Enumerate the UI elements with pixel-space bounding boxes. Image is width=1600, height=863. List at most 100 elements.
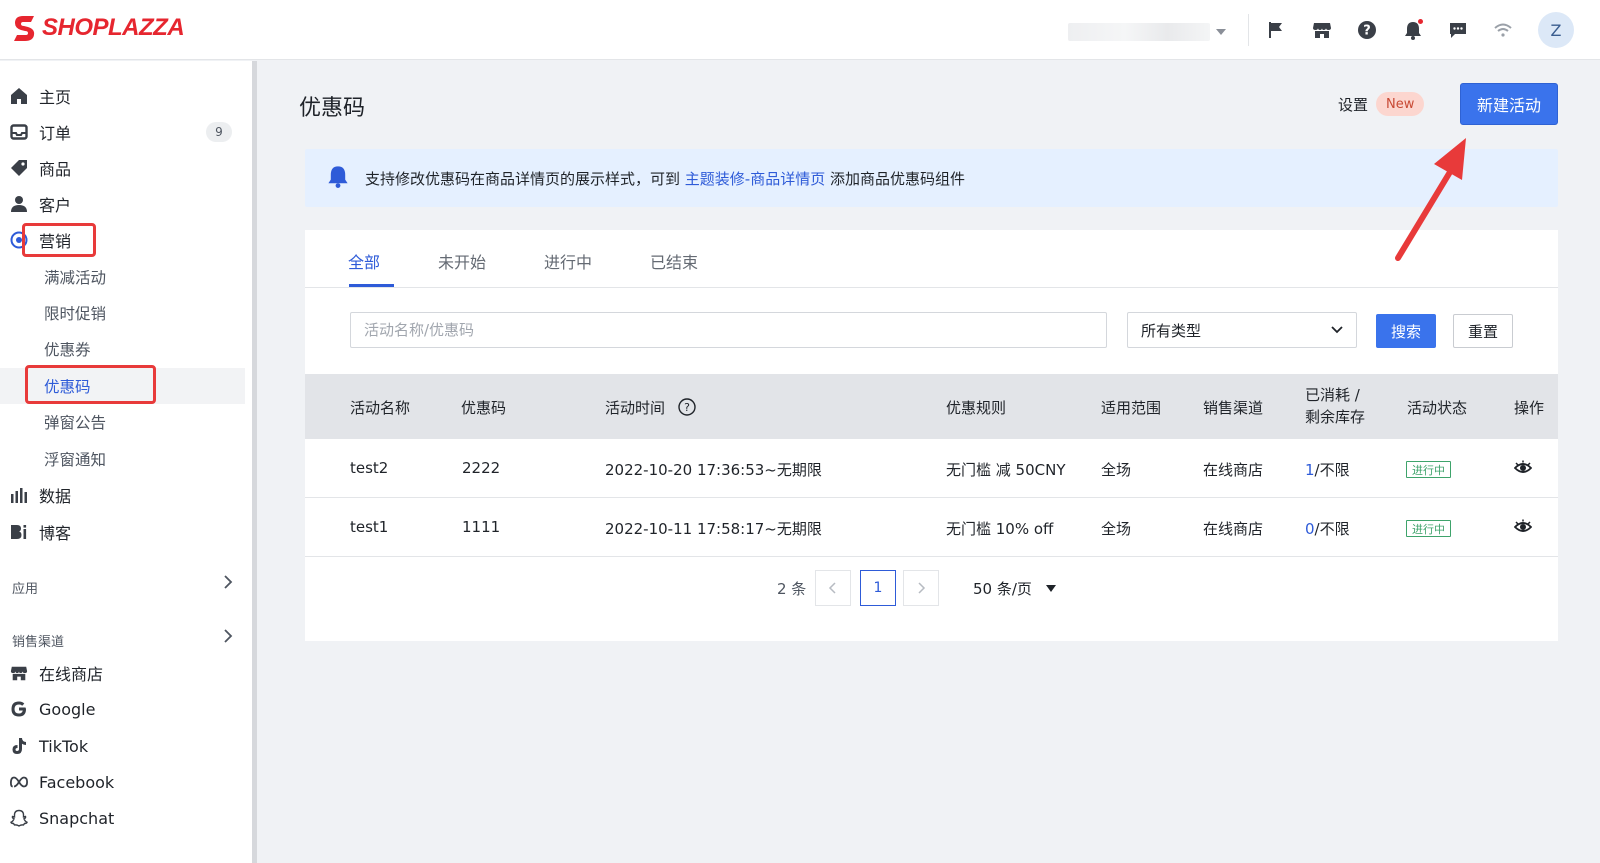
theme-editor-link[interactable]: 主题装修-商品详情页 <box>685 170 825 188</box>
active-tab-indicator <box>349 284 394 287</box>
sidebar-item-label: 满减活动 <box>44 269 107 287</box>
table-row[interactable]: test2 2222 2022-10-20 17:36:53~无期限 无门槛 减… <box>305 439 1558 498</box>
sidebar-channel-tiktok[interactable]: TikTok <box>0 728 245 764</box>
sidebar-item-analytics[interactable]: 数据 <box>0 477 245 513</box>
sidebar-item-orders[interactable]: 订单 9 <box>0 114 245 150</box>
column-header-rule: 优惠规则 <box>946 399 1007 417</box>
chevron-left-icon <box>828 582 836 594</box>
page-size-select[interactable]: 50 条/页 <box>973 578 1056 599</box>
tab-all[interactable]: 全部 <box>348 249 380 273</box>
status-tabs: 全部 未开始 进行中 已结束 <box>305 230 1558 288</box>
create-campaign-button[interactable]: 新建活动 <box>1460 83 1558 125</box>
sidebar-item-label: 浮窗通知 <box>44 451 107 469</box>
sidebar-item-label: 限时促销 <box>44 305 107 323</box>
google-icon <box>10 700 28 718</box>
sidebar-item-label: 在线商店 <box>39 665 104 684</box>
cell-scope: 全场 <box>1101 520 1132 538</box>
store-icon <box>10 664 28 682</box>
sidebar-channel-google[interactable]: Google <box>0 691 245 727</box>
page-number-current[interactable]: 1 <box>860 570 896 606</box>
column-header-stock-line2: 剩余库存 <box>1305 408 1366 426</box>
column-header-time: 活动时间 ? <box>605 397 696 418</box>
cell-channel: 在线商店 <box>1203 461 1264 479</box>
help-icon[interactable]: ? <box>1356 19 1378 41</box>
column-header-status: 活动状态 <box>1407 399 1468 417</box>
cell-rule: 无门槛 10% off <box>946 520 1054 538</box>
flag-icon[interactable] <box>1265 19 1287 41</box>
cell-stock: 0/不限 <box>1305 518 1350 539</box>
prev-page-button[interactable] <box>815 570 851 606</box>
table-row[interactable]: test1 1111 2022-10-11 17:58:17~无期限 无门槛 1… <box>305 498 1558 557</box>
sidebar-item-label: 优惠券 <box>44 341 91 359</box>
sidebar-item-home[interactable]: 主页 <box>0 78 245 114</box>
shoplazza-logo-icon <box>14 16 35 41</box>
sidebar-subitem-full-reduction[interactable]: 满减活动 <box>0 259 245 295</box>
section-sales-channels: 销售渠道 <box>12 635 65 650</box>
sidebar-scrollbar[interactable] <box>252 61 257 863</box>
sidebar-item-label: 博客 <box>39 524 72 543</box>
sidebar-channel-online-store[interactable]: 在线商店 <box>0 655 245 691</box>
sidebar-item-customers[interactable]: 客户 <box>0 186 245 222</box>
remain-count: /不限 <box>1314 520 1350 538</box>
reset-button[interactable]: 重置 <box>1453 314 1513 348</box>
type-select-value: 所有类型 <box>1141 321 1202 340</box>
help-circle-icon[interactable]: ? <box>678 398 696 416</box>
bell-icon[interactable] <box>1402 19 1424 41</box>
status-badge: 进行中 <box>1406 461 1451 478</box>
divider <box>1248 14 1249 46</box>
avatar[interactable]: Z <box>1538 12 1574 48</box>
search-button[interactable]: 搜索 <box>1376 314 1436 348</box>
message-icon[interactable] <box>1447 19 1469 41</box>
notice-text-after: 添加商品优惠码组件 <box>825 169 965 188</box>
cell-scope: 全场 <box>1101 461 1132 479</box>
sidebar-subitem-popup[interactable]: 弹窗公告 <box>0 404 245 440</box>
notification-dot <box>1418 19 1423 24</box>
notice-text-before: 支持修改优惠码在商品详情页的展示样式，可到 <box>365 169 685 188</box>
sidebar-item-label: 主页 <box>39 88 72 107</box>
brand-logo[interactable]: SHOPLAZZA <box>12 13 185 43</box>
remain-count: /不限 <box>1314 461 1350 479</box>
eye-icon[interactable] <box>1513 459 1533 481</box>
tab-ended[interactable]: 已结束 <box>650 249 698 273</box>
search-input[interactable] <box>350 312 1107 348</box>
eye-icon[interactable] <box>1513 518 1533 540</box>
cell-time: 2022-10-11 17:58:17~无期限 <box>605 520 822 538</box>
section-apps: 应用 <box>12 582 39 597</box>
svg-text:?: ? <box>1363 24 1371 39</box>
column-header-stock-line1: 已消耗 / <box>1305 386 1360 404</box>
sidebar-subitem-coupons[interactable]: 优惠券 <box>0 331 245 367</box>
chevron-right-icon[interactable] <box>223 575 233 593</box>
column-header-time-label: 活动时间 <box>605 399 666 417</box>
new-badge: New <box>1376 92 1425 116</box>
tiktok-icon <box>10 737 28 755</box>
type-select[interactable]: 所有类型 <box>1127 312 1357 348</box>
blog-icon <box>10 523 28 541</box>
tab-in-progress[interactable]: 进行中 <box>544 249 592 273</box>
sidebar-item-blog[interactable]: 博客 <box>0 514 245 550</box>
sidebar-subitem-floating-notice[interactable]: 浮窗通知 <box>0 441 245 477</box>
inbox-icon <box>10 123 28 141</box>
logo-text: SHOPLAZZA <box>42 14 185 41</box>
sidebar-subitem-flash-sale[interactable]: 限时促销 <box>0 295 245 331</box>
sidebar-item-label: 商品 <box>39 160 72 179</box>
sidebar-channel-snapchat[interactable]: Snapchat <box>0 800 245 836</box>
user-icon <box>10 195 28 213</box>
chevron-right-icon[interactable] <box>223 629 233 647</box>
used-count-link[interactable]: 0 <box>1305 520 1315 538</box>
cell-code: 1111 <box>462 518 501 536</box>
chevron-down-icon <box>1216 29 1226 35</box>
sidebar-channel-facebook[interactable]: Facebook <box>0 764 245 800</box>
column-header-ops: 操作 <box>1514 399 1545 417</box>
used-count-link[interactable]: 1 <box>1305 461 1315 479</box>
wifi-icon[interactable] <box>1492 19 1514 41</box>
settings-link[interactable]: 设置 <box>1338 94 1368 115</box>
cell-rule: 无门槛 减 50CNY <box>946 461 1066 479</box>
store-selector[interactable] <box>1068 22 1228 42</box>
annotation-arrow-icon <box>1395 138 1466 261</box>
tab-not-started[interactable]: 未开始 <box>438 249 486 273</box>
table-header: 活动名称 优惠码 活动时间 ? 优惠规则 适用范围 销售渠道 已消耗 / 剩余库… <box>305 374 1558 439</box>
next-page-button[interactable] <box>903 570 939 606</box>
column-header-code: 优惠码 <box>461 399 507 417</box>
store-icon[interactable] <box>1311 19 1333 41</box>
sidebar-item-products[interactable]: 商品 <box>0 150 245 186</box>
